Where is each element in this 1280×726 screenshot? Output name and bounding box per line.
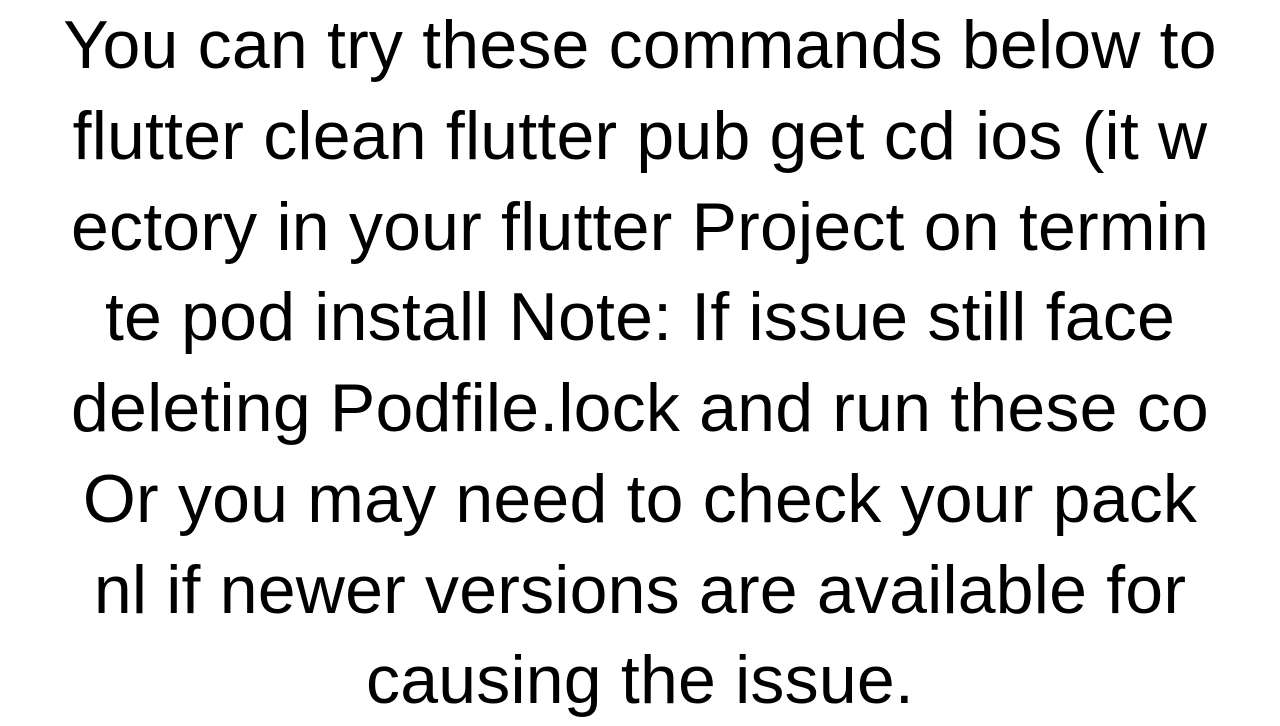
text-line: nl if newer versions are available for — [63, 545, 1217, 636]
document-body: You can try these commands below to flut… — [63, 0, 1217, 726]
text-line: flutter clean flutter pub get cd ios (it… — [63, 91, 1217, 182]
text-line: te pod install Note: If issue still face — [63, 272, 1217, 363]
text-line: Or you may need to check your pack — [63, 454, 1217, 545]
text-line: causing the issue. — [63, 635, 1217, 726]
text-line: deleting Podfile.lock and run these co — [63, 363, 1217, 454]
text-line: ectory in your flutter Project on termin — [63, 182, 1217, 273]
text-line: You can try these commands below to — [63, 0, 1217, 91]
